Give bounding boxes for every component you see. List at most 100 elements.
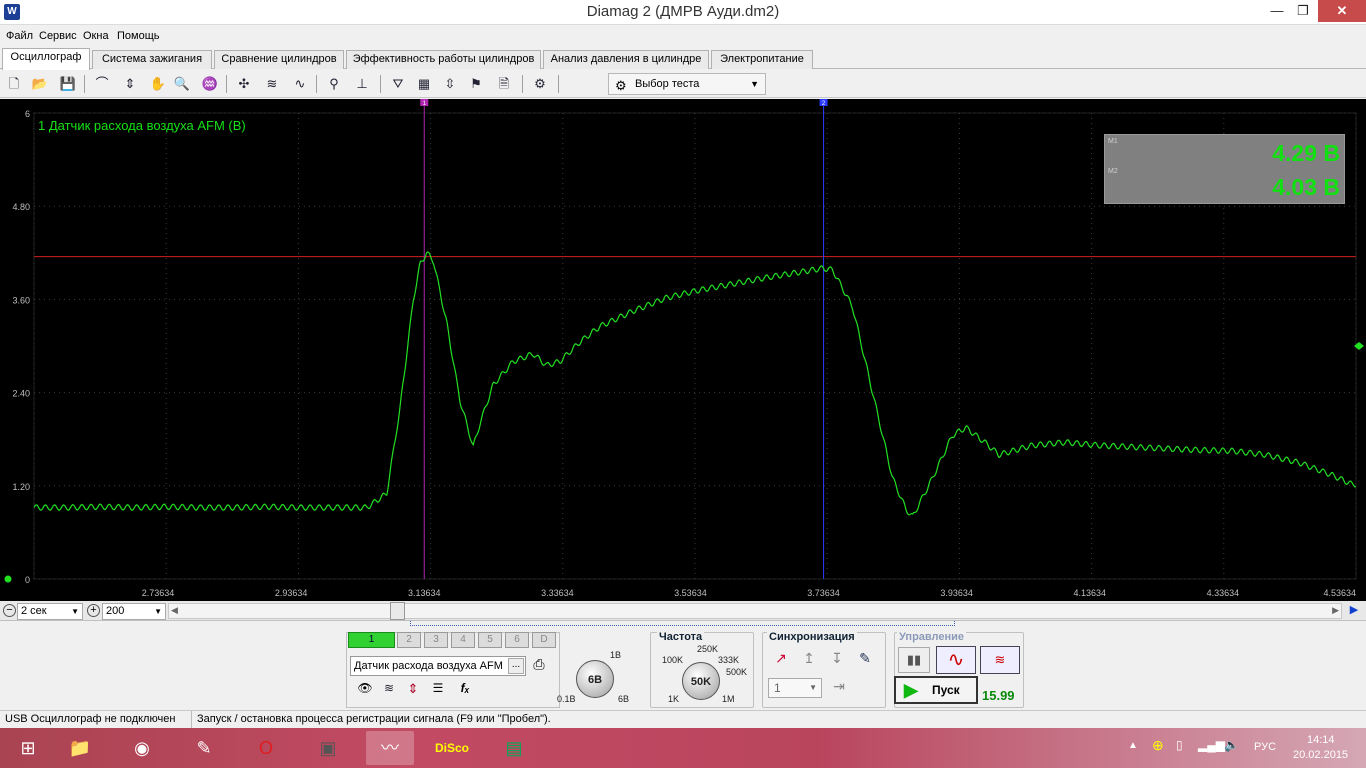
sync-rising-icon[interactable]: ↗ [770, 650, 792, 670]
horizontal-scrollbar[interactable]: ◀ ▶ [168, 603, 1342, 619]
scrollbar-thumb[interactable] [390, 602, 405, 620]
channel-1-button[interactable]: 1 [348, 632, 395, 648]
cursor-readout-panel: M1 4.29 В M2 4.03 В [1104, 134, 1345, 204]
sync-settings-icon[interactable]: ✎ [854, 650, 876, 670]
channel-2-button[interactable]: 2 [397, 632, 421, 648]
probe-icon[interactable]: ⎙ [529, 656, 549, 676]
bluetooth-app-icon[interactable]: ◉ [118, 731, 166, 765]
frequency-title: Частота [657, 631, 705, 643]
zoom-icon[interactable]: 🔍 [172, 74, 192, 94]
cursor-measure-icon[interactable]: ⇕ [120, 74, 140, 94]
document-icon[interactable]: 🗎 [494, 74, 514, 94]
zoom-out-icon[interactable]: − [3, 604, 16, 617]
channel-name-field[interactable]: Датчик расхода воздуха AFM ... [350, 656, 526, 676]
channel-5-button[interactable]: 5 [478, 632, 502, 648]
filter-icon[interactable]: ⛛ [388, 74, 408, 94]
lines-icon[interactable]: ☰ [427, 681, 449, 699]
new-file-icon[interactable]: 🗋 [4, 74, 24, 94]
eye-icon[interactable]: 👁 [355, 681, 375, 699]
y-tick-label: 3.60 [12, 295, 30, 305]
channel-d-button[interactable]: D [532, 632, 556, 648]
tab-oscilloscope[interactable]: Осциллограф [2, 48, 90, 70]
tab-cylinder-pressure[interactable]: Анализ давления в цилиндре [543, 50, 709, 69]
wave-icon[interactable]: ≋ [379, 681, 399, 699]
m2-label: M2 [1108, 168, 1118, 175]
close-button[interactable]: ✕ [1318, 0, 1366, 22]
tray-time[interactable]: 14:14 [1307, 734, 1335, 746]
disco-app-icon[interactable]: DiSco [428, 731, 476, 765]
sync-channel-select[interactable]: 1 ▼ [768, 678, 822, 698]
control-title: Управление [897, 631, 967, 643]
channel-4-button[interactable]: 4 [451, 632, 475, 648]
auto-scale-icon[interactable]: ⚲ [324, 74, 344, 94]
splitter-handle[interactable] [410, 621, 955, 626]
noise-wave-icon: ≋ [994, 652, 1006, 667]
tray-date[interactable]: 20.02.2015 [1293, 749, 1348, 761]
center-icon[interactable]: ✣ [234, 74, 254, 94]
tray-language[interactable]: РУС [1254, 741, 1276, 753]
vertical-shift-icon[interactable]: ⇕ [403, 681, 423, 699]
test-select-dropdown[interactable]: ⚙ Выбор теста ▼ [608, 73, 766, 95]
scroll-left-icon[interactable]: ◀ [171, 605, 178, 616]
pause-button[interactable]: ▮▮ [898, 647, 930, 673]
flag-icon[interactable]: ⚑ [466, 74, 486, 94]
channel-6-button[interactable]: 6 [505, 632, 529, 648]
zoom-in-icon[interactable]: + [87, 604, 100, 617]
grid-icon[interactable]: ▦ [414, 74, 434, 94]
hand-pan-icon[interactable]: ✋ [148, 74, 168, 94]
split-icon[interactable]: ⇳ [440, 74, 460, 94]
tab-power[interactable]: Электропитание [711, 50, 813, 69]
cursor-arc-icon[interactable]: ⌒ [92, 74, 112, 94]
scroll-right-icon[interactable]: ▶ [1332, 605, 1339, 616]
start-button[interactable]: ▶ Пуск [894, 676, 978, 704]
channel-3-button[interactable]: 3 [424, 632, 448, 648]
sync-arrows-icon[interactable]: ⇥ [828, 678, 850, 698]
chip-app-icon[interactable]: ▣ [304, 731, 352, 765]
y-tick-label: 4.80 [12, 202, 30, 212]
x-tick-label: 3.13634 [408, 588, 441, 598]
file-explorer-icon[interactable]: 📁 [56, 731, 104, 765]
menu-help[interactable]: Помощь [117, 30, 160, 42]
frequency-knob[interactable]: 50K [682, 662, 720, 700]
sync-down-icon[interactable]: ↧ [826, 650, 848, 670]
x-tick-label: 4.33634 [1207, 588, 1240, 598]
tray-plus-icon[interactable]: ⊕ [1152, 737, 1164, 754]
status-hint: Запуск / остановка процесса регистрации … [197, 713, 551, 725]
tray-expand-icon[interactable]: ▲ [1128, 740, 1138, 751]
timebase-select[interactable]: 2 сек ▼ [17, 603, 83, 620]
tree-icon[interactable]: ♒ [200, 74, 220, 94]
play-forward-icon[interactable]: ▶ [1344, 603, 1364, 619]
tab-cylinder-efficiency[interactable]: Эффективность работы цилиндров [346, 50, 541, 69]
auto-settings-icon[interactable]: ⚙ [530, 74, 550, 94]
function-icon[interactable]: fₓ [455, 681, 475, 699]
wave-overlay-icon[interactable]: ∿ [290, 74, 310, 94]
menu-service[interactable]: Сервис [39, 30, 77, 42]
oscilloscope-app-icon[interactable]: ▤ [490, 731, 538, 765]
noise-mode-button[interactable]: ≋ [980, 646, 1020, 674]
maximize-button[interactable]: ❐ [1290, 0, 1316, 22]
menu-windows[interactable]: Окна [83, 30, 109, 42]
ftp-app-icon[interactable]: ✎ [180, 731, 228, 765]
tab-ignition[interactable]: Система зажигания [92, 50, 212, 69]
save-icon[interactable]: 💾 [58, 74, 78, 94]
start-windows-icon[interactable]: ⊞ [4, 731, 52, 765]
sync-up-icon[interactable]: ↥ [798, 650, 820, 670]
play-icon: ▶ [904, 680, 918, 700]
voltage-knob[interactable]: 6В [576, 660, 614, 698]
tray-power-icon[interactable]: ▯ [1176, 738, 1183, 752]
minimize-button[interactable]: — [1264, 0, 1290, 22]
points-select[interactable]: 200 ▼ [102, 603, 166, 620]
menu-file[interactable]: Файл [6, 30, 33, 42]
opera-icon[interactable]: O [242, 731, 290, 765]
x-tick-label: 3.53634 [674, 588, 707, 598]
zero-offset-icon[interactable]: ⊥ [352, 74, 372, 94]
diamag-app-icon[interactable]: 〰 [366, 731, 414, 765]
channel-browse-button[interactable]: ... [508, 658, 524, 674]
tray-network-icon[interactable]: ▂▄▆ [1198, 738, 1225, 752]
tab-cylinder-compare[interactable]: Сравнение цилиндров [214, 50, 344, 69]
open-folder-icon[interactable]: 📂 [30, 74, 50, 94]
waveform-mode-button[interactable]: ∿ [936, 646, 976, 674]
wave-filter-icon[interactable]: ≋ [262, 74, 282, 94]
x-tick-label: 2.73634 [142, 588, 175, 598]
tray-volume-icon[interactable]: 🔈 [1224, 738, 1239, 752]
